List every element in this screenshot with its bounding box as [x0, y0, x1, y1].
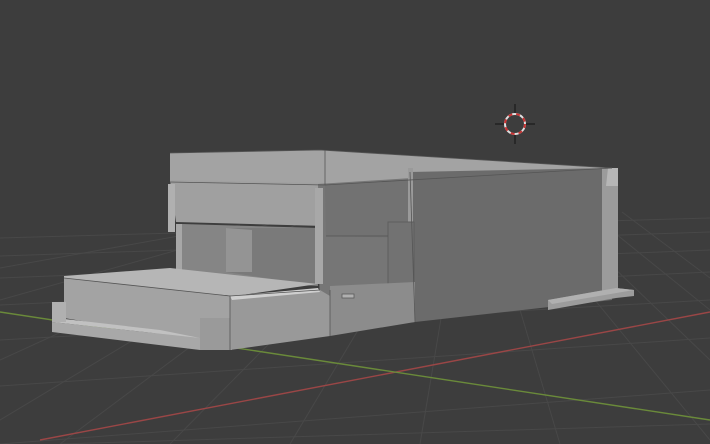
viewport-canvas[interactable]: [0, 0, 710, 444]
3d-cursor-icon[interactable]: [495, 104, 535, 144]
lower-side-panel: [330, 282, 415, 336]
cab-inner-wall: [226, 228, 252, 272]
box-front-upper: [170, 180, 325, 226]
rear-cap: [602, 168, 618, 298]
truck-body-mesh[interactable]: [52, 149, 634, 350]
center-pillar: [315, 188, 323, 284]
bumper-left-cap: [52, 302, 66, 322]
rear-cap-side: [606, 168, 618, 186]
lower-front-side: [230, 290, 330, 350]
left-pillar: [168, 184, 175, 232]
handle-slot: [341, 293, 355, 299]
front-pillar-left: [176, 224, 182, 272]
bumper-right-block: [200, 318, 232, 350]
door-panel: [387, 221, 415, 285]
3d-viewport[interactable]: [0, 0, 710, 444]
